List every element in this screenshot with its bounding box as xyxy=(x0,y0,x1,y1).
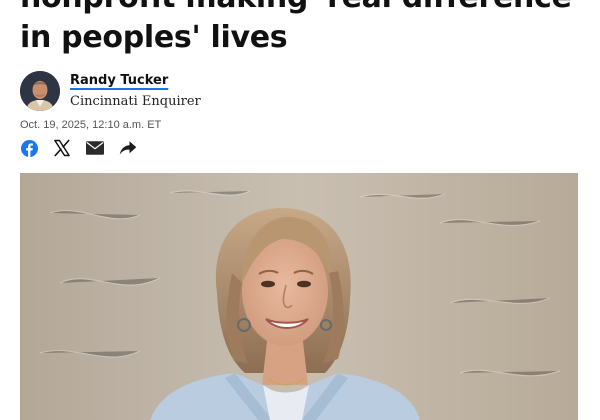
share-bar xyxy=(18,137,150,159)
share-arrow-icon xyxy=(119,141,137,155)
author-avatar[interactable] xyxy=(20,71,60,111)
email-share-button[interactable] xyxy=(84,137,106,159)
facebook-share-button[interactable] xyxy=(18,137,40,159)
hero-image[interactable] xyxy=(20,173,578,420)
mail-icon xyxy=(86,141,104,155)
more-share-button[interactable] xyxy=(117,137,139,159)
x-icon xyxy=(54,139,70,157)
byline: Randy Tucker Cincinnati Enquirer xyxy=(20,70,201,112)
article-headline: nonprofit making 'real difference' in pe… xyxy=(20,0,581,55)
hero-photo xyxy=(20,173,578,420)
publish-timestamp: Oct. 19, 2025, 12:10 a.m. ET xyxy=(20,119,162,131)
author-name-link[interactable]: Randy Tucker xyxy=(70,72,201,90)
x-share-button[interactable] xyxy=(51,137,73,159)
publication-name: Cincinnati Enquirer xyxy=(70,94,201,109)
facebook-icon xyxy=(20,139,38,157)
author-photo xyxy=(20,71,60,111)
